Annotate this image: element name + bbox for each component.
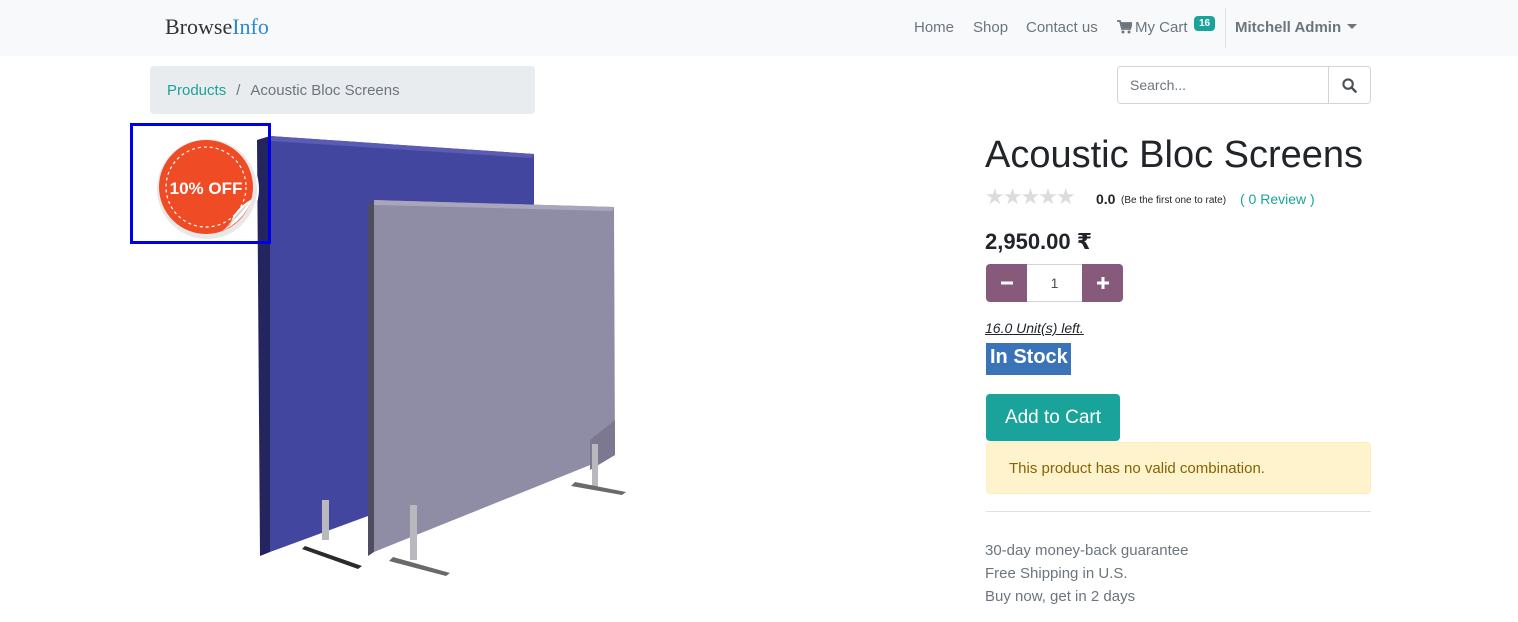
nav-contact[interactable]: Contact us: [1026, 19, 1098, 36]
user-name: Mitchell Admin: [1235, 19, 1342, 36]
benefit-delivery: Buy now, get in 2 days: [985, 588, 1136, 605]
review-link[interactable]: ( 0 Review ): [1240, 191, 1315, 207]
cart-count-badge: 16: [1194, 16, 1216, 31]
divider: [986, 511, 1371, 512]
quantity-increase-button[interactable]: [1082, 264, 1123, 302]
rating-note: (Be the first one to rate): [1121, 195, 1227, 206]
nav-shop[interactable]: Shop: [973, 19, 1008, 36]
breadcrumb-separator: /: [236, 82, 241, 99]
brand-name-part1: Browse: [165, 14, 233, 39]
nav-cart-label: My Cart: [1135, 19, 1188, 36]
product-image: [257, 136, 626, 576]
search-button[interactable]: [1328, 67, 1370, 103]
nav-home[interactable]: Home: [914, 19, 954, 36]
stock-status-badge: In Stock: [986, 343, 1071, 375]
minus-icon: [1000, 281, 1013, 285]
nav-cart[interactable]: My Cart: [1117, 19, 1188, 38]
benefit-guarantee: 30-day money-back guarantee: [985, 542, 1189, 559]
units-left-text: 16.0 Unit(s) left.: [985, 320, 1084, 336]
discount-highlight-box: [130, 123, 271, 244]
brand-name-part2: Info: [232, 14, 269, 39]
brand-logo[interactable]: BrowseInfo: [165, 14, 269, 40]
add-to-cart-button[interactable]: Add to Cart: [986, 394, 1120, 441]
shopping-cart-icon: [1117, 20, 1134, 38]
caret-down-icon: [1347, 24, 1358, 29]
product-price: 2,950.00 ₹: [985, 229, 1093, 254]
search-box: [1117, 66, 1371, 104]
rating-value: 0.0: [1096, 191, 1116, 207]
breadcrumb-current: Acoustic Bloc Screens: [250, 82, 400, 99]
search-input[interactable]: [1118, 67, 1329, 103]
combination-alert: This product has no valid combination.: [986, 442, 1371, 494]
product-title: Acoustic Bloc Screens: [985, 134, 1364, 176]
breadcrumb: Products / Acoustic Bloc Screens: [150, 66, 535, 114]
search-icon: [1342, 77, 1357, 93]
plus-icon: [1096, 277, 1109, 289]
user-menu-dropdown[interactable]: Mitchell Admin: [1235, 19, 1358, 36]
nav-divider: [1225, 8, 1226, 48]
benefit-shipping: Free Shipping in U.S.: [985, 565, 1128, 582]
top-navbar: BrowseInfo Home Shop Contact us My Cart …: [0, 0, 1518, 56]
quantity-input[interactable]: [1027, 264, 1082, 302]
breadcrumb-products-link[interactable]: Products: [167, 82, 226, 99]
quantity-decrease-button[interactable]: [986, 264, 1027, 302]
star-rating-icon[interactable]: ★★★★★: [985, 186, 1076, 208]
